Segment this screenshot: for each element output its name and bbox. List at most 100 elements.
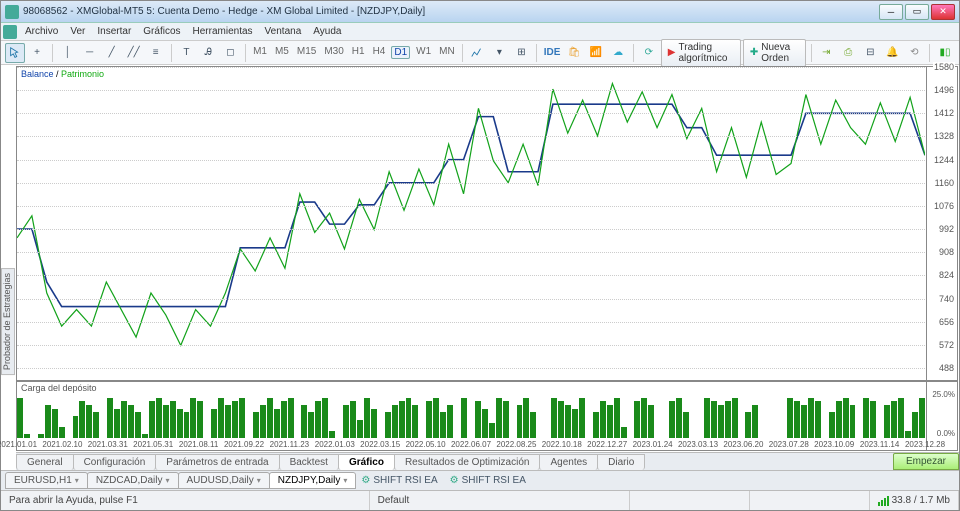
x-tick: 2021.05.31 — [133, 440, 173, 449]
chart-legend: Balance / Patrimonio — [21, 69, 104, 79]
symbol-tab[interactable]: AUDUSD,Daily▾ — [178, 472, 270, 489]
y-tick: 488 — [938, 363, 955, 373]
y-tick: 740 — [938, 294, 955, 304]
cursor-tool-icon[interactable] — [5, 43, 25, 63]
refresh-icon[interactable]: ⟳ — [639, 43, 659, 63]
x-tick: 2023.10.09 — [814, 440, 854, 449]
app-menu-icon[interactable] — [3, 25, 17, 39]
y-tick: 1160 — [934, 178, 955, 188]
depth-icon[interactable]: ⊟ — [860, 43, 880, 63]
status-profile[interactable]: Default — [370, 491, 630, 510]
tester-tab-resultados-de-optimización[interactable]: Resultados de Optimización — [394, 454, 541, 470]
tester-tab-parámetros-de-entrada[interactable]: Parámetros de entrada — [155, 454, 279, 470]
x-tick: 2023.07.28 — [769, 440, 809, 449]
chart-area: Balance / Patrimonio 4885726567408249089… — [16, 66, 958, 451]
y-tick: 1076 — [933, 201, 955, 211]
menu-ventana[interactable]: Ventana — [259, 24, 308, 39]
start-button[interactable]: Empezar — [893, 453, 959, 470]
trendline-tool-icon[interactable]: ╱ — [102, 43, 122, 63]
timeframe-M1[interactable]: M1 — [251, 46, 269, 59]
chart-canvas[interactable]: 4885726567408249089921076116012441328141… — [17, 67, 957, 380]
y-tick: 1496 — [933, 85, 955, 95]
x-tick: 2021.11.23 — [270, 440, 309, 449]
menu-graficos[interactable]: Gráficos — [137, 24, 186, 39]
x-tick: 2021.08.11 — [179, 440, 218, 449]
hline-tool-icon[interactable]: ─ — [80, 43, 100, 63]
chart-type-dropdown-icon[interactable]: ▾ — [489, 43, 509, 63]
crosshair-tool-icon[interactable]: + — [27, 43, 47, 63]
y-tick: 656 — [938, 317, 955, 327]
timeframe-MN[interactable]: MN — [437, 46, 457, 59]
tester-side-label[interactable]: Probador de Estrategias — [1, 268, 15, 375]
symbol-tab[interactable]: NZDJPY,Daily▾ — [269, 472, 357, 489]
y-tick: 1328 — [933, 131, 955, 141]
chart-settings-icon[interactable]: ⊞ — [511, 43, 531, 63]
timeframe-D1[interactable]: D1 — [391, 46, 410, 59]
tester-tabs: GeneralConfiguraciónParámetros de entrad… — [16, 452, 959, 470]
app-icon — [5, 5, 19, 19]
status-connection[interactable]: 33.8 / 1.7 Mb — [870, 491, 959, 510]
menu-ver[interactable]: Ver — [64, 24, 91, 39]
label-tool-icon[interactable]: Ꭿ — [198, 43, 218, 63]
timeframe-H1[interactable]: H1 — [350, 46, 367, 59]
y-tick: 992 — [938, 224, 955, 234]
deposit-load-subchart[interactable]: Carga del depósito 25.0% 0.0% 2021.01.01… — [17, 380, 957, 450]
maximize-button[interactable]: ▭ — [905, 4, 929, 20]
tester-tab-general[interactable]: General — [16, 454, 74, 470]
window-title: 98068562 - XMGlobal-MT5 5: Cuenta Demo -… — [23, 6, 879, 17]
alert-icon[interactable]: 🔔 — [882, 43, 902, 63]
menu-herramientas[interactable]: Herramientas — [187, 24, 259, 39]
x-tick: 2022.12.27 — [587, 440, 627, 449]
timeframe-W1[interactable]: W1 — [414, 46, 433, 59]
shapes-tool-icon[interactable]: ◻ — [220, 43, 240, 63]
vline-tool-icon[interactable]: │ — [58, 43, 78, 63]
x-tick: 2021.01.01 — [0, 440, 37, 449]
timeframe-M5[interactable]: M5 — [273, 46, 291, 59]
algo-trading-button[interactable]: ▶Trading algorítmico — [661, 39, 741, 67]
shift-icon[interactable]: ⎙ — [838, 43, 858, 63]
chart-line-icon[interactable] — [467, 43, 487, 63]
new-order-button[interactable]: ✚Nueva Orden — [743, 39, 806, 67]
close-button[interactable]: ✕ — [931, 4, 955, 20]
minimize-button[interactable]: ─ — [879, 4, 903, 20]
sub-legend: Carga del depósito — [21, 383, 97, 393]
ide-button[interactable]: IDE — [542, 43, 562, 63]
x-tick: 2023.12.28 — [905, 440, 945, 449]
legend-balance: Balance — [21, 69, 54, 79]
timeframe-M15[interactable]: M15 — [295, 46, 318, 59]
x-tick: 2021.09.22 — [224, 440, 264, 449]
tester-tab-gráfico[interactable]: Gráfico — [338, 454, 395, 470]
y-tick: 824 — [938, 270, 955, 280]
signal-icon — [878, 496, 889, 506]
x-tick: 2022.05.10 — [406, 440, 446, 449]
sub-y-top: 25.0% — [932, 390, 955, 399]
market-icon[interactable]: 🛍 — [564, 43, 584, 63]
timeframe-H4[interactable]: H4 — [371, 46, 388, 59]
sync-icon[interactable]: ⟲ — [904, 43, 924, 63]
tester-tab-configuración[interactable]: Configuración — [73, 454, 157, 470]
tester-tab-agentes[interactable]: Agentes — [539, 454, 598, 470]
y-tick: 1580 — [933, 62, 955, 72]
tester-tab-backtest[interactable]: Backtest — [279, 454, 339, 470]
menu-insertar[interactable]: Insertar — [91, 24, 137, 39]
fibo-tool-icon[interactable]: ≡ — [146, 43, 166, 63]
ea-tab[interactable]: ⚙SHIFT RSI EA — [444, 473, 532, 488]
x-tick: 2022.01.03 — [315, 440, 355, 449]
y-tick: 908 — [938, 247, 955, 257]
symbol-tab[interactable]: NZDCAD,Daily▾ — [87, 472, 179, 489]
symbol-tab[interactable]: EURUSD,H1▾ — [5, 472, 88, 489]
timeframes: M1 M5 M15 M30 H1 H4D1 W1 MN — [251, 46, 457, 59]
menu-archivo[interactable]: Archivo — [19, 24, 64, 39]
legend-equity: Patrimonio — [61, 69, 104, 79]
menu-ayuda[interactable]: Ayuda — [307, 24, 347, 39]
ea-tab[interactable]: ⚙SHIFT RSI EA — [355, 473, 443, 488]
timeframe-M30[interactable]: M30 — [322, 46, 345, 59]
text-tool-icon[interactable]: T — [176, 43, 196, 63]
vps-icon[interactable]: ☁ — [608, 43, 628, 63]
channel-tool-icon[interactable]: ╱╱ — [124, 43, 144, 63]
signals-icon[interactable]: 📶 — [586, 43, 606, 63]
autoscroll-icon[interactable]: ⇥ — [816, 43, 836, 63]
tester-tab-diario[interactable]: Diario — [597, 454, 645, 470]
symbol-tabs: EURUSD,H1▾NZDCAD,Daily▾AUDUSD,Daily▾NZDJ… — [1, 470, 959, 490]
battery-icon[interactable]: ▮▯ — [935, 43, 955, 63]
